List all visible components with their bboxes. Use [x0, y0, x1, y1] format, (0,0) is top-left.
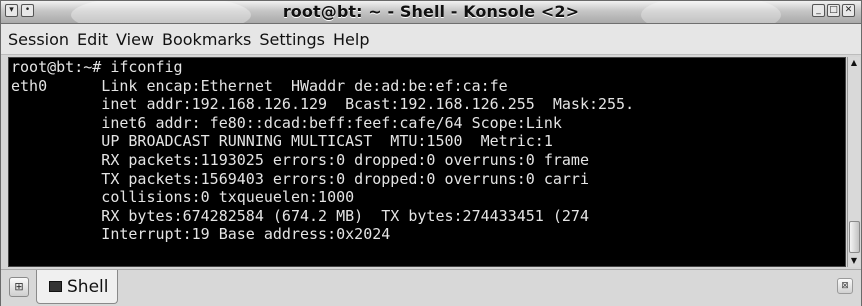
tab-shell[interactable]: Shell	[36, 270, 118, 304]
menu-view[interactable]: View	[112, 24, 158, 55]
terminal-line: inet6 addr: fe80::dcad:beff:feef:cafe/64…	[11, 113, 562, 132]
window-control-buttons: _ □ ✕	[812, 4, 855, 17]
new-tab-button[interactable]: ⊞	[9, 277, 29, 297]
menu-bar: Session Edit View Bookmarks Settings Hel…	[1, 24, 861, 55]
menu-settings[interactable]: Settings	[255, 24, 329, 55]
menu-session[interactable]: Session	[4, 24, 73, 55]
terminal-line: TX packets:1569403 errors:0 dropped:0 ov…	[11, 169, 589, 188]
terminal-line: eth0 Link encap:Ethernet HWaddr de:ad:be…	[11, 76, 508, 95]
scrollbar-thumb[interactable]	[849, 221, 860, 253]
terminal-line: RX bytes:674282584 (674.2 MB) TX bytes:2…	[11, 206, 589, 225]
menu-edit[interactable]: Edit	[73, 24, 112, 55]
terminal-line: UP BROADCAST RUNNING MULTICAST MTU:1500 …	[11, 132, 553, 151]
terminal-line: Interrupt:19 Base address:0x2024	[11, 225, 391, 244]
tab-bar: ⊞ Shell ⊠	[1, 269, 861, 306]
window-title: root@bt: ~ - Shell - Konsole <2>	[282, 2, 580, 21]
terminal-line: inet addr:192.168.126.129 Bcast:192.168.…	[11, 95, 635, 114]
close-tab-button[interactable]: ⊠	[837, 278, 853, 294]
terminal-icon	[49, 281, 62, 292]
terminal-line: collisions:0 txqueuelen:1000	[11, 188, 355, 207]
title-bar[interactable]: ▾ • root@bt: ~ - Shell - Konsole <2> _ □…	[1, 1, 861, 24]
menu-help[interactable]: Help	[329, 24, 373, 55]
arrow-down-icon[interactable]: ▼	[848, 255, 860, 267]
maximize-icon[interactable]: □	[827, 4, 840, 17]
close-tab-icon: ⊠	[841, 281, 849, 291]
menu-bookmarks[interactable]: Bookmarks	[158, 24, 255, 55]
close-icon[interactable]: ✕	[842, 4, 855, 17]
konsole-window: ▾ • root@bt: ~ - Shell - Konsole <2> _ □…	[0, 0, 862, 306]
new-tab-icon: ⊞	[14, 280, 24, 293]
terminal-line: RX packets:1193025 errors:0 dropped:0 ov…	[11, 150, 589, 169]
minimize-icon[interactable]: _	[812, 4, 825, 17]
arrow-up-icon[interactable]: ▲	[848, 57, 860, 69]
terminal-output[interactable]: root@bt:~# ifconfig eth0 Link encap:Ethe…	[8, 57, 846, 267]
tab-label: Shell	[67, 276, 109, 297]
terminal-scrollbar[interactable]: ▲ ▼	[847, 57, 860, 267]
terminal-line: root@bt:~# ifconfig	[11, 58, 183, 76]
